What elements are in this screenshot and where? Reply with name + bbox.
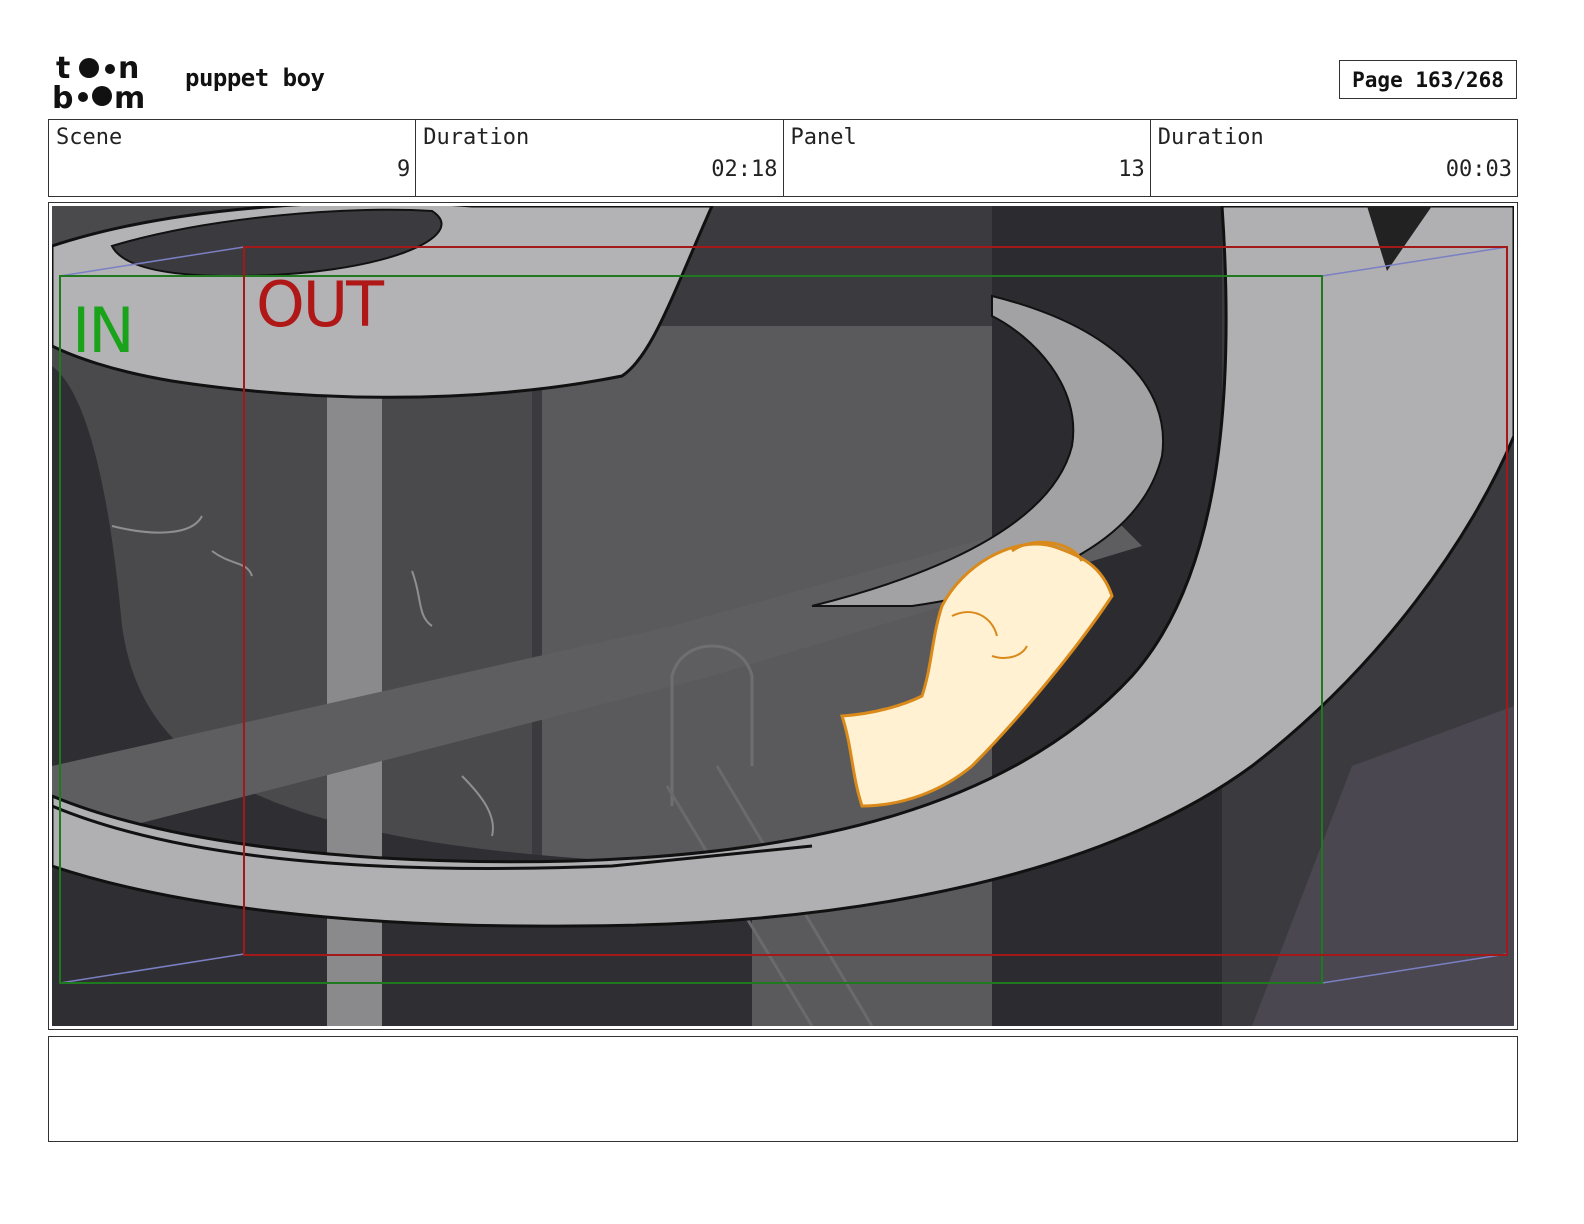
camera-in-label: IN — [72, 294, 135, 367]
panel-value: 13 — [1118, 157, 1145, 182]
toon-boom-logo: t n b m — [52, 50, 164, 116]
notes-box — [48, 1036, 1518, 1142]
camera-out-label: OUT — [256, 268, 384, 341]
info-table: Scene 9 Duration 02:18 Panel 13 Duration… — [48, 119, 1518, 197]
panel-artwork: IN OUT — [52, 206, 1514, 1026]
scene-duration-cell: Duration 02:18 — [416, 120, 784, 196]
scene-cell: Scene 9 — [49, 120, 417, 196]
panel-duration-cell: Duration 00:03 — [1151, 120, 1517, 196]
panel-cell: Panel 13 — [784, 120, 1151, 196]
scene-value: 9 — [397, 157, 411, 182]
scene-duration-value: 02:18 — [711, 157, 778, 182]
project-title: puppet boy — [185, 64, 325, 92]
svg-text:m: m — [114, 81, 145, 110]
panel-label: Panel — [790, 125, 857, 150]
scene-label: Scene — [56, 125, 123, 150]
panel-duration-value: 00:03 — [1445, 157, 1512, 182]
svg-text:b: b — [52, 81, 73, 110]
panel-duration-label: Duration — [1157, 125, 1264, 150]
page-indicator: Page 163/268 — [1339, 60, 1517, 99]
scene-duration-label: Duration — [423, 125, 530, 150]
